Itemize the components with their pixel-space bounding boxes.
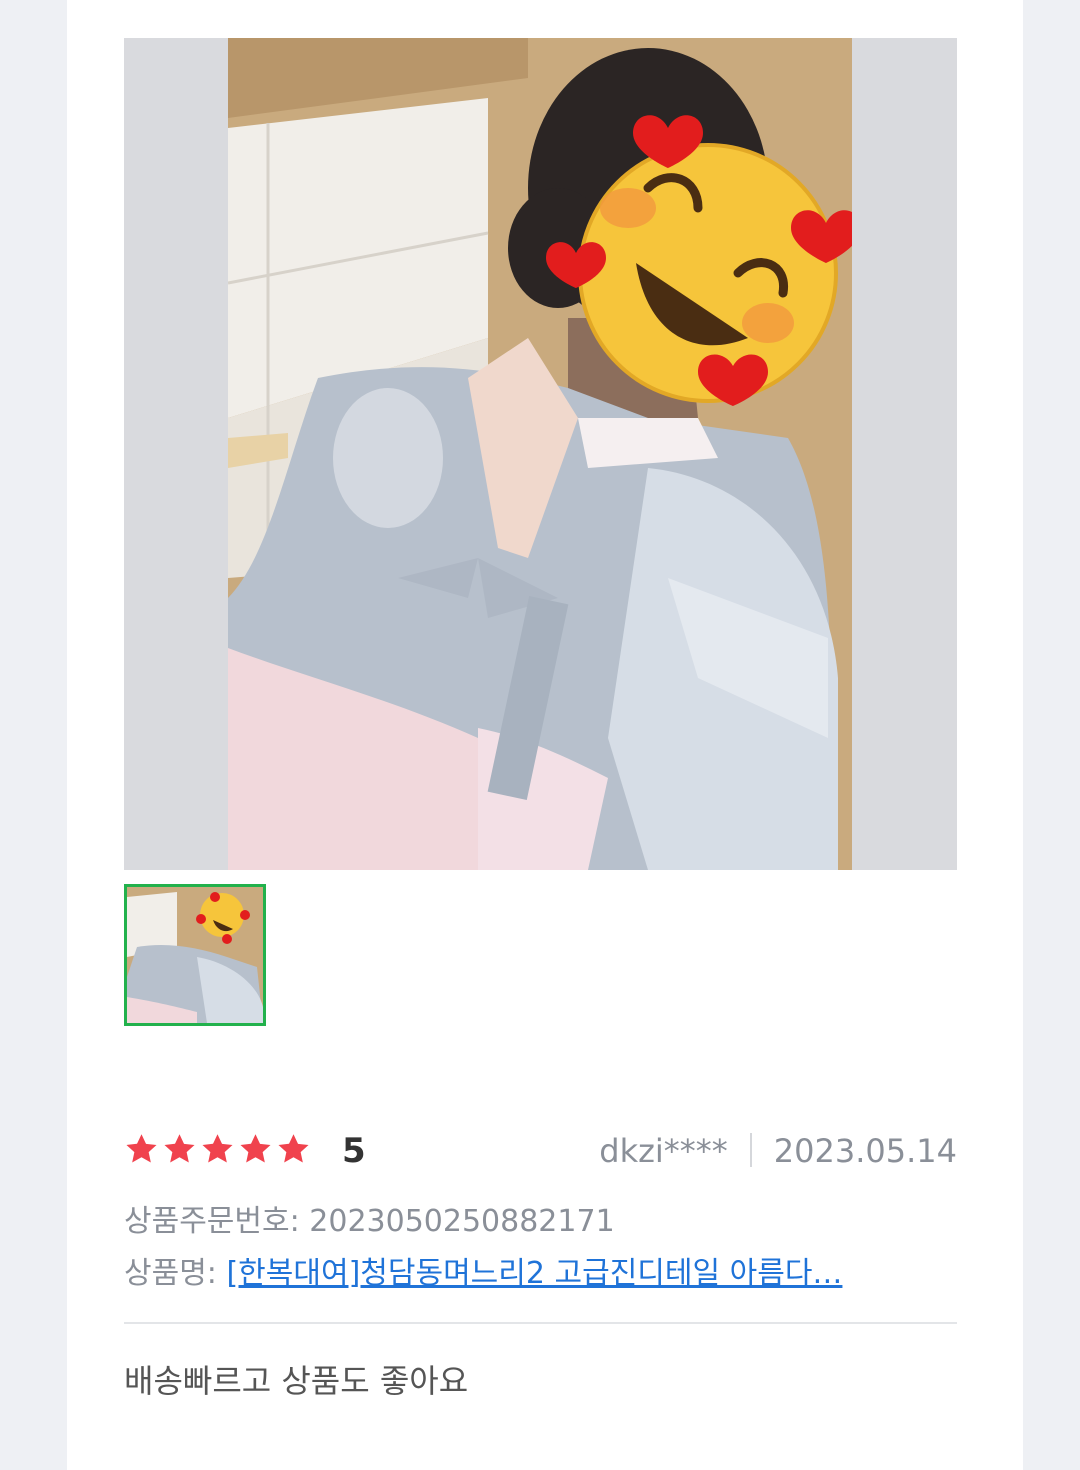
- star-icon: [126, 1134, 157, 1163]
- reviewer-id: dkzi****: [599, 1132, 728, 1170]
- product-name-line: 상품명: [한복대여]청담동며느리2 고급진디테일 아름다…: [124, 1248, 944, 1292]
- review-photo[interactable]: [228, 38, 852, 870]
- separator: [749, 1133, 752, 1167]
- star-icon: [278, 1134, 309, 1163]
- star-icon: [202, 1134, 233, 1163]
- order-number-value: 2023050250882171: [309, 1204, 615, 1239]
- star-icon: [240, 1134, 271, 1163]
- product-name-label: 상품명:: [124, 1256, 217, 1291]
- order-number-label: 상품주문번호:: [124, 1204, 300, 1239]
- author-date: dkzi**** 2023.05.14: [599, 1128, 957, 1174]
- review-photo-frame: [124, 38, 957, 870]
- order-number-line: 상품주문번호: 2023050250882171: [124, 1196, 615, 1240]
- product-name-link[interactable]: [한복대여]청담동며느리2 고급진디테일 아름다…: [226, 1256, 842, 1291]
- review-date: 2023.05.14: [773, 1132, 957, 1170]
- review-body: 배송빠르고 상품도 좋아요: [124, 1362, 469, 1400]
- divider: [124, 1322, 957, 1324]
- star-icon: [164, 1134, 195, 1163]
- review-meta-row: 5 dkzi**** 2023.05.14: [124, 1128, 957, 1176]
- star-rating: [124, 1132, 311, 1167]
- photo-thumbnail[interactable]: [124, 884, 266, 1026]
- rating-score: 5: [342, 1131, 366, 1171]
